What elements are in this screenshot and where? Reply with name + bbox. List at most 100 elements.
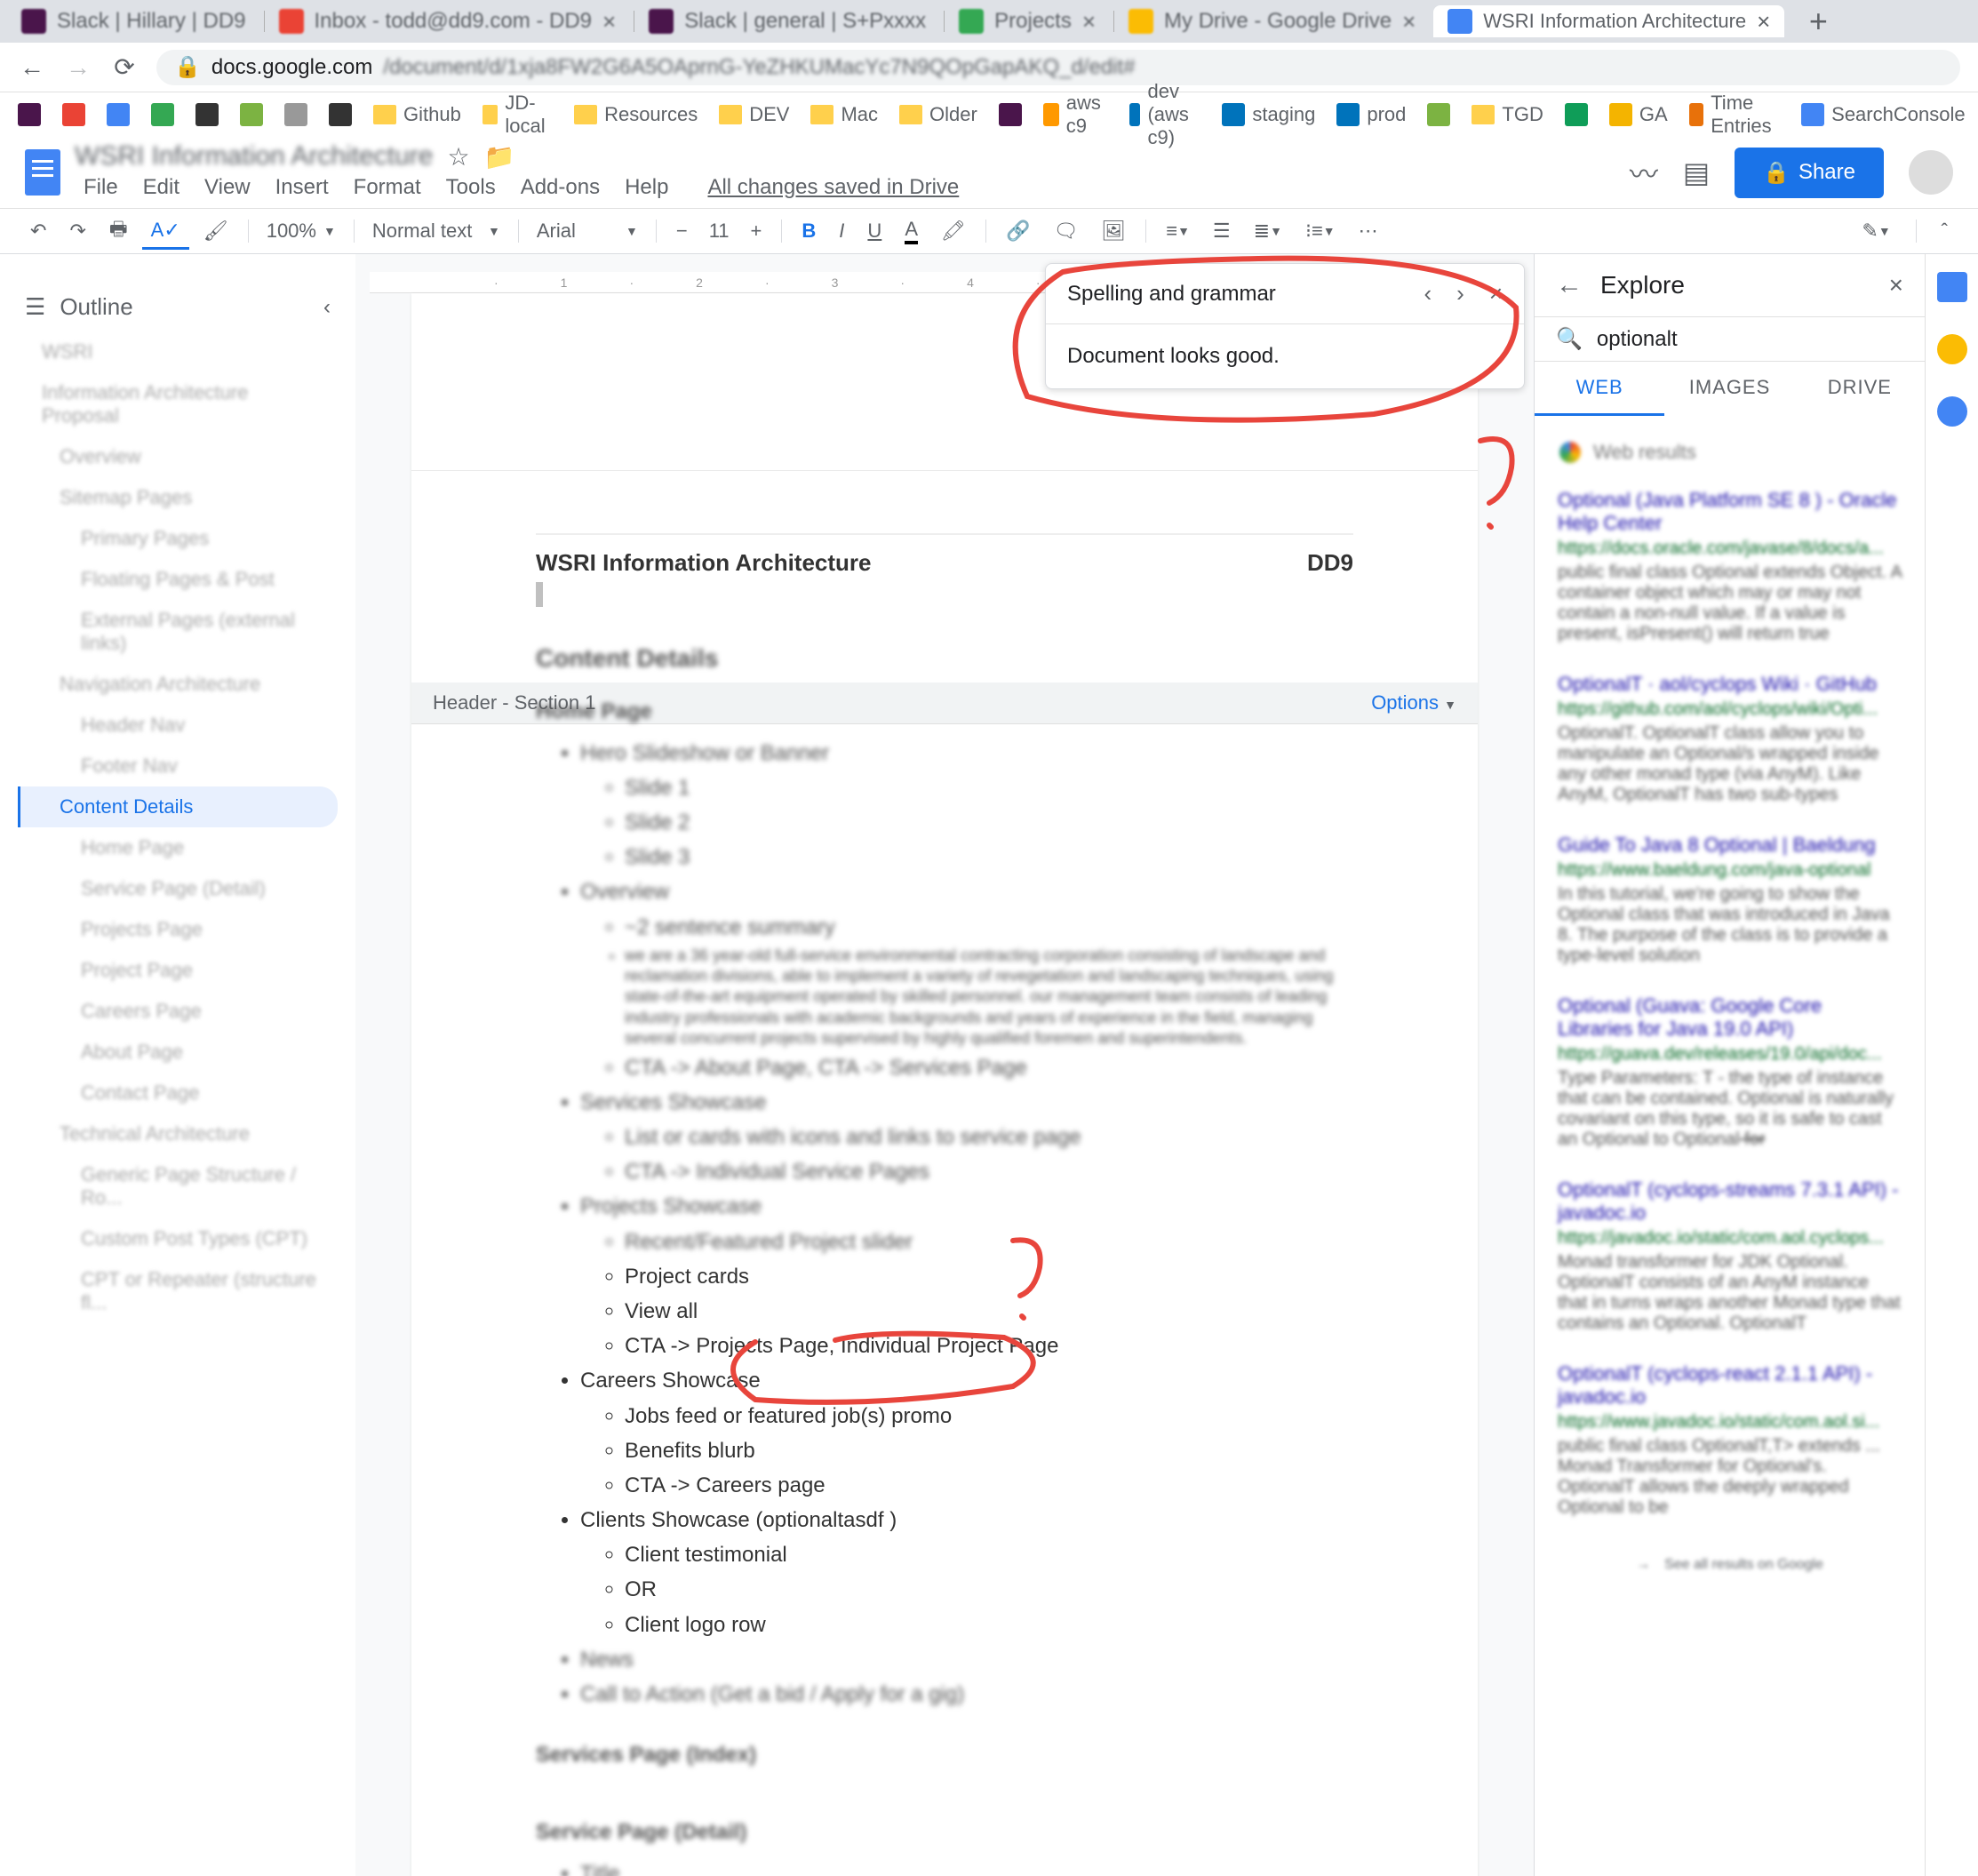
new-tab-button[interactable]: + [1802, 5, 1834, 37]
see-all-results[interactable]: →See all results on Google [1549, 1541, 1910, 1589]
bookmark-item[interactable]: Resources [574, 103, 698, 126]
document-canvas[interactable]: ·1·2·3·4·5·6·7 WSRI Information Architec… [355, 254, 1534, 1876]
underline-button[interactable]: U [858, 214, 890, 248]
outline-item[interactable]: External Pages (external links) [18, 600, 338, 664]
bookmark-item[interactable] [284, 103, 307, 126]
bookmark-item[interactable]: GA [1609, 103, 1668, 126]
menu-view[interactable]: View [195, 172, 259, 204]
menu-file[interactable]: File [75, 172, 127, 204]
style-select[interactable]: Normal text▼ [365, 216, 507, 246]
outline-item[interactable]: Header Nav [18, 705, 338, 746]
more-button[interactable]: ⋯ [1350, 214, 1387, 248]
comment-button[interactable]: 🗨 [1044, 214, 1087, 248]
menu-edit[interactable]: Edit [134, 172, 188, 204]
move-folder-icon[interactable]: 📁 [484, 142, 515, 172]
bookmark-item[interactable] [999, 103, 1022, 126]
bookmark-item[interactable]: DEV [719, 103, 789, 126]
redo-button[interactable]: ↷ [60, 214, 94, 248]
tab-web[interactable]: WEB [1535, 362, 1664, 416]
user-avatar[interactable] [1909, 150, 1953, 195]
back-button[interactable]: ← [18, 53, 46, 82]
browser-tab[interactable]: Inbox - todd@dd9.com - DD9× [265, 5, 631, 37]
link-button[interactable]: 🔗 [997, 214, 1039, 248]
bookmark-item[interactable]: aws c9 [1043, 92, 1108, 138]
tab-images[interactable]: IMAGES [1664, 362, 1794, 416]
bookmark-item[interactable]: Mac [810, 103, 878, 126]
outline-item[interactable]: Information Architecture Proposal [18, 372, 338, 436]
outline-item[interactable]: CPT or Repeater (structure fl... [18, 1259, 338, 1323]
menu-format[interactable]: Format [345, 172, 430, 204]
star-icon[interactable]: ☆ [447, 142, 469, 172]
bookmark-item[interactable] [107, 103, 130, 126]
bookmark-item[interactable]: SearchConsole [1801, 103, 1965, 126]
close-button[interactable]: × [1489, 280, 1503, 307]
outline-item[interactable]: About Page [18, 1032, 338, 1073]
paint-format-button[interactable]: 🖌 [195, 214, 237, 248]
outline-item[interactable]: Contact Page [18, 1073, 338, 1114]
menu-tools[interactable]: Tools [437, 172, 505, 204]
browser-tab[interactable]: Slack | Hillary | DD9 [7, 5, 260, 37]
bookmark-item[interactable]: JD-local [483, 92, 553, 138]
undo-button[interactable]: ↶ [21, 214, 55, 248]
numbered-list-button[interactable]: ≣ ▼ [1245, 214, 1291, 248]
tasks-icon[interactable] [1937, 396, 1967, 427]
search-result[interactable]: OptionalT (cyclops-react 2.1.1 API) - ja… [1549, 1348, 1910, 1532]
outline-item[interactable]: WSRI [18, 331, 338, 372]
search-result[interactable]: OptionalT (cyclops-streams 7.3.1 API) - … [1549, 1164, 1910, 1348]
text-color-button[interactable]: A [896, 212, 927, 250]
close-icon[interactable]: × [602, 8, 616, 36]
forward-button[interactable]: → [64, 53, 92, 82]
bookmark-item[interactable] [1565, 103, 1588, 126]
search-result[interactable]: Optional (Guava: Google Core Libraries f… [1549, 980, 1910, 1164]
bookmark-item[interactable]: prod [1336, 103, 1406, 126]
outline-item[interactable]: Primary Pages [18, 518, 338, 559]
outline-item[interactable]: Projects Page [18, 909, 338, 950]
search-result[interactable]: Guide To Java 8 Optional | Baeldunghttps… [1549, 819, 1910, 980]
font-size-decrease[interactable]: − [667, 214, 697, 248]
calendar-icon[interactable] [1937, 272, 1967, 302]
print-button[interactable]: 🖶 [100, 209, 137, 253]
line-spacing-button[interactable]: ☰ [1204, 214, 1240, 248]
bulleted-list-button[interactable]: ⁝≡ ▼ [1296, 214, 1344, 248]
outline-item[interactable]: Sitemap Pages [18, 477, 338, 518]
browser-tab-active[interactable]: WSRI Information Architecture× [1433, 5, 1784, 37]
bookmark-item[interactable] [62, 103, 85, 126]
outline-item[interactable]: Technical Architecture [18, 1114, 338, 1154]
outline-item[interactable]: Custom Post Types (CPT) [18, 1218, 338, 1259]
bookmark-item[interactable] [18, 103, 41, 126]
outline-item[interactable]: Navigation Architecture [18, 664, 338, 705]
outline-item[interactable]: Home Page [18, 827, 338, 868]
back-icon[interactable]: ← [1556, 270, 1583, 300]
trending-icon[interactable]: 〰 [1630, 152, 1658, 193]
tab-drive[interactable]: DRIVE [1795, 362, 1925, 416]
italic-button[interactable]: I [830, 214, 853, 248]
prev-button[interactable]: ‹ [1424, 280, 1432, 307]
bookmark-item[interactable]: Github [373, 103, 461, 126]
bookmark-item[interactable] [151, 103, 174, 126]
bookmark-item[interactable]: staging [1222, 103, 1315, 126]
keep-icon[interactable] [1937, 334, 1967, 364]
outline-item[interactable]: Overview [18, 436, 338, 477]
options-dropdown[interactable]: Options ▼ [1371, 691, 1456, 714]
docs-logo-icon[interactable] [25, 149, 60, 196]
outline-item[interactable]: Generic Page Structure / Ro... [18, 1154, 338, 1218]
search-input[interactable]: optionalt [1597, 327, 1678, 352]
font-size-increase[interactable]: + [742, 214, 771, 248]
highlight-button[interactable]: 🖍 [932, 214, 975, 248]
next-button[interactable]: › [1456, 280, 1464, 307]
search-result[interactable]: OptionalT · aol/cyclops Wiki · GitHubhtt… [1549, 659, 1910, 819]
collapse-toolbar-button[interactable]: ˆ [1933, 214, 1957, 248]
close-icon[interactable]: × [1402, 8, 1416, 36]
outline-item[interactable]: Careers Page [18, 991, 338, 1032]
bookmark-item[interactable]: Time Entries [1689, 92, 1780, 138]
outline-item[interactable]: Floating Pages & Post [18, 559, 338, 600]
document-page[interactable]: WSRI Information Architecture DD9 Header… [411, 293, 1478, 1876]
share-button[interactable]: 🔒 Share [1735, 148, 1884, 198]
bookmark-item[interactable] [195, 103, 219, 126]
zoom-select[interactable]: 100%▼ [259, 216, 343, 246]
bold-button[interactable]: B [793, 214, 825, 248]
comments-icon[interactable]: ▤ [1683, 156, 1710, 189]
spellcheck-button[interactable]: A✓ [142, 213, 189, 250]
align-button[interactable]: ≡ ▼ [1157, 214, 1199, 248]
reload-button[interactable]: ⟳ [110, 53, 139, 82]
